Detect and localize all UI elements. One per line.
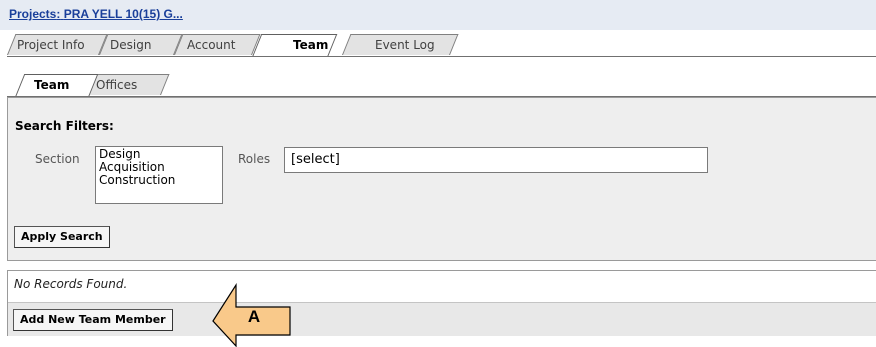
tab-account[interactable]: Account [187,37,235,53]
section-label: Section [35,152,80,166]
callout-label: A [247,307,261,326]
no-records-message: No Records Found. [14,277,128,291]
tab-offices[interactable]: Offices [96,77,137,93]
roles-select[interactable]: [select] [284,147,708,173]
breadcrumb-projects-link[interactable]: Projects [9,7,56,21]
search-filters-title: Search Filters: [15,119,114,133]
subtab-team[interactable]: Team [34,77,69,93]
tab-design[interactable]: Design [110,37,151,53]
breadcrumb-project-link[interactable]: PRA YELL 10(15) G... [64,7,183,21]
tab-project-info[interactable]: Project Info [17,37,85,53]
breadcrumb[interactable]: Projects: PRA YELL 10(15) G... [9,7,183,21]
section-listbox[interactable]: Design Acquisition Construction [95,146,223,204]
tab-team[interactable]: Team [293,37,328,53]
breadcrumb-separator: : [56,7,61,21]
tab-event-log[interactable]: Event Log [375,37,435,53]
roles-label: Roles [238,152,271,166]
main-tab-baseline [7,56,876,57]
add-new-team-member-button[interactable]: Add New Team Member [13,309,173,331]
apply-search-button[interactable]: Apply Search [14,226,110,248]
breadcrumb-bar: Projects: PRA YELL 10(15) G... [0,0,876,30]
section-option[interactable]: Construction [99,174,219,187]
